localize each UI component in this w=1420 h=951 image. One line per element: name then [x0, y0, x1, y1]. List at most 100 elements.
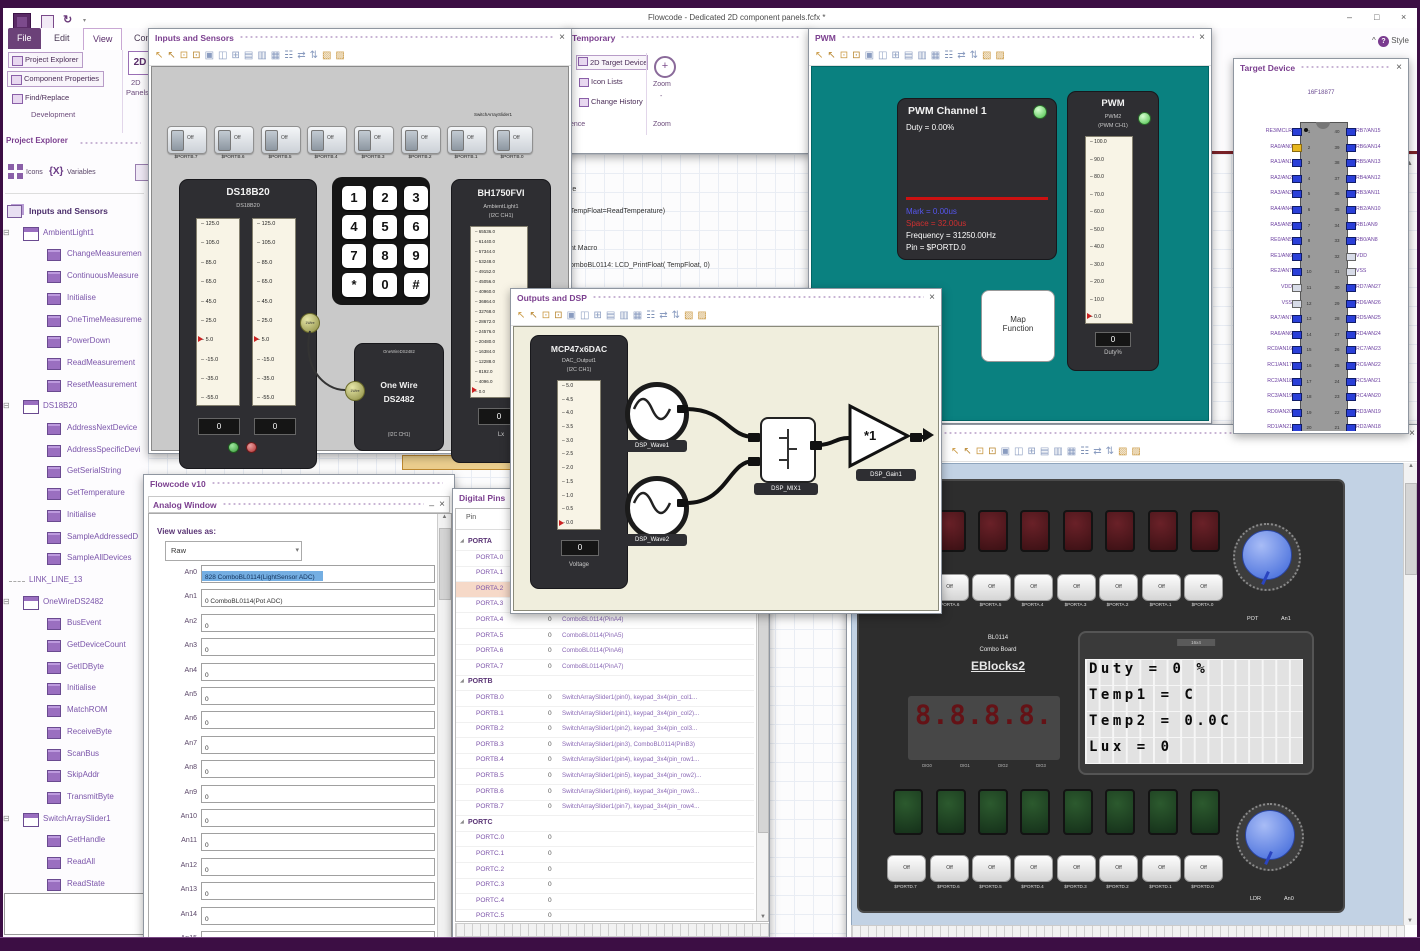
pin-pad[interactable] — [1292, 252, 1302, 261]
tree-item[interactable]: Inputs and Sensors — [1, 203, 148, 223]
pin-pad[interactable] — [1292, 330, 1302, 339]
toolbar-icon[interactable]: ⊡ — [192, 50, 200, 61]
digital-row[interactable]: PORTB.3 0 SwitchArraySlider1(pin3), ComboB… — [456, 738, 754, 754]
duty-slider[interactable]: – 100.0 – 90.0 – 80.0 – 70.0 – 60.0 – 50.0 – 4… — [1085, 136, 1133, 324]
digital-row[interactable]: ◢ PORTB — [456, 675, 754, 692]
toolbar-icon[interactable]: ◫ — [580, 310, 589, 321]
analog-value-field[interactable]: 0 — [201, 882, 435, 901]
toolbar-icon[interactable]: ▣ — [567, 310, 576, 321]
tree-item[interactable]: MatchROM — [1, 702, 148, 722]
digital-row[interactable]: PORTB.2 0 SwitchArraySlider1(pin2), keypad… — [456, 722, 754, 739]
portd-switch[interactable]: Off — [1099, 855, 1138, 882]
temperature-slider-1[interactable]: – 125.0 – 105.0 – 85.0 – 65.0 – 45.0 – 25.0 – … — [196, 218, 240, 406]
vertical-scrollbar[interactable]: ▲ — [437, 514, 451, 950]
digital-row[interactable]: PORTA.5 0 ComboBL0114(PinA5) — [456, 629, 754, 645]
2d-target-device-toggle[interactable]: 2D Target Device — [576, 55, 649, 70]
toolbar-icon[interactable]: ☷ — [646, 310, 655, 321]
onewire-bus-node[interactable]: 1Wire — [345, 381, 365, 401]
toolbar-icon[interactable]: ⊞ — [593, 310, 601, 321]
analog-value-field[interactable]: 0 — [201, 784, 435, 803]
toolbar-icon[interactable]: ▥ — [1053, 446, 1062, 457]
keypad-key-7[interactable]: 7 — [342, 244, 366, 268]
slider-marker[interactable] — [254, 336, 259, 343]
scrollbar-thumb[interactable] — [439, 528, 451, 600]
tree-item[interactable]: ContinuousMeasure — [1, 268, 148, 288]
toolbar-icon[interactable]: ▧ — [322, 50, 331, 61]
tab-edit[interactable]: Edit — [45, 28, 79, 49]
tab-file[interactable]: File — [8, 28, 41, 49]
help-icon[interactable]: ? — [1377, 36, 1389, 47]
quick-access-more-icon[interactable]: ▾ — [83, 17, 86, 24]
digital-row[interactable]: PORTA.7 0 ComboBL0114(PinA7) — [456, 660, 754, 676]
close-icon[interactable]: × — [1409, 428, 1415, 439]
digital-row[interactable]: PORTC.3 0 — [456, 878, 754, 895]
digital-row[interactable]: PORTC.4 0 — [456, 894, 754, 910]
pin-pad[interactable] — [1346, 346, 1356, 355]
close-icon[interactable]: × — [439, 499, 445, 510]
slider-marker[interactable] — [1087, 312, 1092, 319]
toolbar-icon[interactable]: ⇅ — [310, 50, 318, 61]
toolbar-icon[interactable]: ↖ — [167, 50, 175, 61]
toggle-switch[interactable]: Off — [447, 126, 487, 154]
porta-switch[interactable]: Off — [1184, 574, 1223, 601]
toolbar-icon[interactable]: ⇅ — [672, 310, 680, 321]
temporary-window-titlebar[interactable]: Temporary — [566, 29, 811, 46]
pin-pad[interactable] — [1292, 268, 1302, 277]
porta-switch[interactable]: Off — [972, 574, 1011, 601]
digital-row[interactable]: PORTB.6 0 SwitchArraySlider1(pin6), keypad… — [456, 785, 754, 801]
save-icon[interactable] — [41, 15, 54, 29]
horizontal-scrollbar[interactable] — [455, 923, 769, 937]
toggle-switch[interactable]: Off — [354, 126, 394, 154]
portd-switch[interactable]: Off — [1014, 855, 1053, 882]
pin-pad[interactable] — [1346, 393, 1356, 402]
pin-pad[interactable] — [1292, 221, 1302, 230]
toolbar-icon[interactable]: ⇅ — [970, 50, 978, 61]
toolbar-icon[interactable]: ◫ — [878, 50, 887, 61]
project-explorer-button[interactable]: Project Explorer — [8, 52, 84, 68]
digital-row[interactable]: PORTC.5 0 — [456, 909, 754, 921]
close-icon[interactable]: × — [1199, 32, 1205, 43]
keypad-key-4[interactable]: 4 — [342, 215, 366, 239]
toggle-switch[interactable]: Off — [401, 126, 441, 154]
pin-pad[interactable] — [1292, 237, 1302, 246]
toolbar-icon[interactable]: ⊞ — [1027, 446, 1035, 457]
tree-item[interactable]: GetSerialString — [1, 463, 148, 483]
scroll-up-icon[interactable]: ▲ — [1408, 463, 1414, 469]
toolbar-icon[interactable]: ⊞ — [891, 50, 899, 61]
porta-switch[interactable]: Off — [1057, 574, 1096, 601]
close-icon[interactable]: × — [559, 32, 565, 43]
tree-item[interactable]: SampleAddressedD — [1, 529, 148, 549]
pin-pad[interactable] — [1346, 362, 1356, 370]
keypad-key-8[interactable]: 8 — [373, 244, 397, 268]
toolbar-icon[interactable]: ⊞ — [231, 50, 239, 61]
pin-pad[interactable] — [1346, 330, 1356, 339]
vertical-scrollbar[interactable]: ▲ ▼ — [1403, 463, 1418, 925]
icon-lists-toggle[interactable]: Icon Lists — [578, 77, 623, 87]
pin-pad[interactable] — [1292, 206, 1302, 214]
toolbar-icon[interactable]: ◫ — [1014, 446, 1023, 457]
switch-lever[interactable] — [265, 130, 278, 151]
toolbar-icon[interactable]: ⊡ — [840, 50, 848, 61]
inputs-canvas[interactable]: SwitchArraySlider1 Off $PORTB.7 Off $PORTB.… — [151, 66, 569, 469]
analog-value-field[interactable]: 0 ComboBL0114(Pot ADC) — [201, 589, 435, 608]
tree-item[interactable]: AddressSpecificDevi — [1, 442, 148, 462]
toolbar-icon[interactable]: ▤ — [904, 50, 913, 61]
pin-pad[interactable] — [1292, 159, 1302, 168]
toolbar-icon[interactable]: ↖ — [951, 446, 959, 457]
analog-value-field[interactable]: 828 ComboBL0114(LightSensor ADC) — [201, 565, 435, 583]
analog-value-field[interactable]: 0 — [201, 662, 435, 681]
keypad-key-1[interactable]: 1 — [342, 186, 366, 210]
porta-switch[interactable]: Off — [1014, 574, 1053, 601]
expander-icon[interactable]: ◢ — [460, 819, 464, 825]
pin-pad[interactable] — [1292, 362, 1302, 370]
switch-lever[interactable] — [405, 130, 418, 151]
analog-value-field[interactable]: 0 — [201, 906, 435, 925]
keypad-key-3[interactable]: 3 — [404, 186, 428, 210]
variables-icon[interactable]: {X} — [49, 166, 63, 177]
toggle-switch[interactable]: Off — [167, 126, 207, 154]
pin-pad[interactable] — [1292, 143, 1302, 152]
portd-switch[interactable]: Off — [887, 855, 926, 882]
close-icon[interactable]: × — [1396, 62, 1402, 73]
toolbar-icon[interactable]: ▦ — [1067, 446, 1076, 457]
expander-icon[interactable]: ⊟ — [3, 597, 10, 606]
